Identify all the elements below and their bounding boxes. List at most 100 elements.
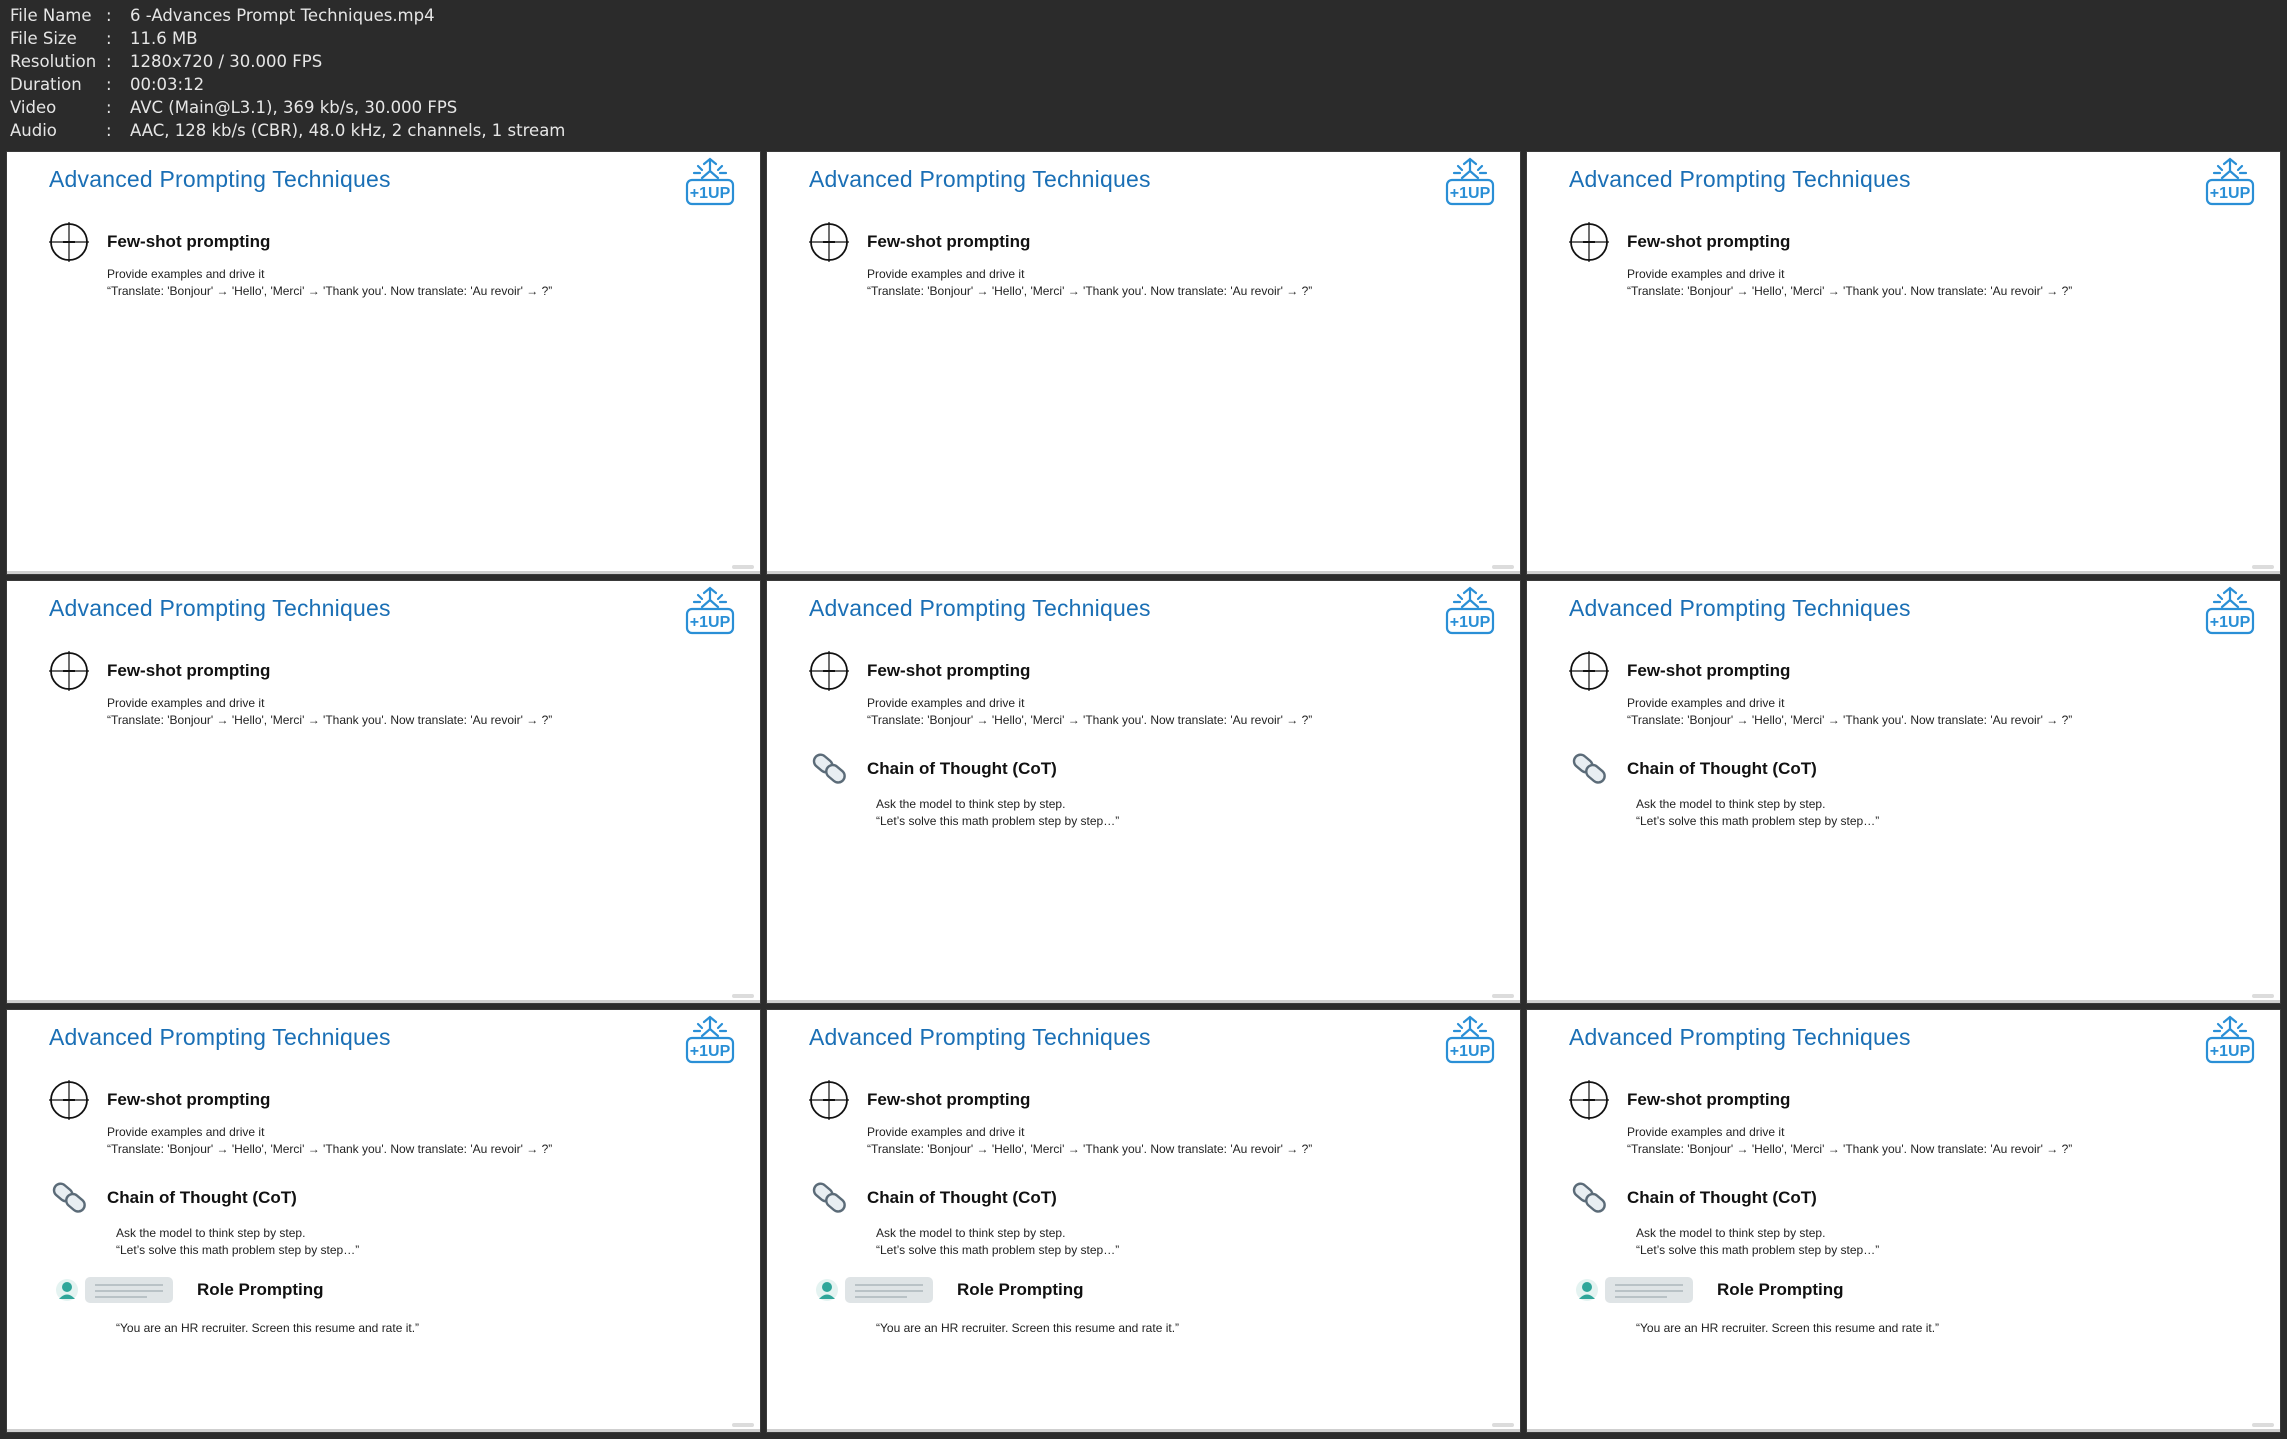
chain-link-icon [812,1182,846,1213]
section-text: Ask the model to think step by step. [116,1226,306,1240]
crosshair-icon [49,222,89,262]
section-heading: Few-shot prompting [867,232,1031,251]
video-thumbnail-7[interactable]: Advanced Prompting Techniques +1UP Few-s… [7,1010,760,1432]
metadata-row: File Size:11.6 MB [10,27,565,50]
metadata-value: 1280x720 / 30.000 FPS [130,52,323,71]
file-metadata: File Name:6 -Advances Prompt Techniques.… [10,4,565,142]
section-text: Ask the model to think step by step. [1636,1226,1826,1240]
slide-title: Advanced Prompting Techniques [1569,1024,1911,1050]
logo-text: +1UP [690,185,731,202]
plus-one-up-logo: +1UP [685,1015,735,1064]
section-text: Provide examples and drive it [867,267,1025,281]
slide-title: Advanced Prompting Techniques [49,166,391,192]
section-heading: Few-shot prompting [1627,1090,1791,1109]
metadata-separator: : [106,75,112,94]
watermark-mark [1492,1423,1514,1427]
metadata-value: AAC, 128 kb/s (CBR), 48.0 kHz, 2 channel… [130,121,566,140]
crosshair-icon [809,1080,849,1120]
plus-one-up-logo: +1UP [1445,1015,1495,1064]
section-text: Provide examples and drive it [867,1125,1025,1139]
slide-title: Advanced Prompting Techniques [1569,166,1911,192]
plus-one-up-logo: +1UP [1445,586,1495,635]
section-heading: Few-shot prompting [1627,232,1791,251]
metadata-value: 6 -Advances Prompt Techniques.mp4 [130,6,435,25]
metadata-row: Resolution:1280x720 / 30.000 FPS [10,50,565,73]
video-thumbnail-9[interactable]: Advanced Prompting Techniques +1UP Few-s… [1527,1010,2280,1432]
watermark-mark [1492,994,1514,998]
section-example: “Translate: 'Bonjour' → 'Hello', 'Merci'… [107,284,553,298]
metadata-key: Audio [10,121,57,140]
crosshair-icon [1569,651,1609,691]
video-thumbnail-6[interactable]: Advanced Prompting Techniques +1UP Few-s… [1527,581,2280,1003]
section-example: “Let’s solve this math problem step by s… [1636,1243,1880,1257]
section-heading: Few-shot prompting [107,661,271,680]
metadata-value: 11.6 MB [130,29,198,48]
crosshair-icon [809,222,849,262]
section-example: “Let’s solve this math problem step by s… [1636,814,1880,828]
thumbnail-grid: Advanced Prompting Techniques +1UP Few-s… [7,152,2281,1432]
section-heading: Chain of Thought (CoT) [867,1188,1057,1207]
metadata-separator: : [106,29,112,48]
logo-text: +1UP [1450,185,1491,202]
section-example: “Let’s solve this math problem step by s… [116,1243,360,1257]
section-text: Ask the model to think step by step. [876,797,1066,811]
slide-title: Advanced Prompting Techniques [809,166,1151,192]
section-example: “Translate: 'Bonjour' → 'Hello', 'Merci'… [107,1142,553,1156]
section-heading: Chain of Thought (CoT) [1627,759,1817,778]
section-example: “Translate: 'Bonjour' → 'Hello', 'Merci'… [107,713,553,727]
section-example: “Let’s solve this math problem step by s… [876,1243,1120,1257]
watermark-mark [732,994,754,998]
section-heading: Role Prompting [197,1280,324,1299]
crosshair-icon [809,651,849,691]
logo-text: +1UP [2210,185,2251,202]
logo-text: +1UP [2210,614,2251,631]
video-thumbnail-5[interactable]: Advanced Prompting Techniques +1UP Few-s… [767,581,1520,1003]
section-heading: Chain of Thought (CoT) [1627,1188,1817,1207]
crosshair-icon [1569,222,1609,262]
section-heading: Few-shot prompting [1627,661,1791,680]
video-thumbnail-1[interactable]: Advanced Prompting Techniques +1UP Few-s… [7,152,760,574]
watermark-mark [2252,994,2274,998]
logo-text: +1UP [1450,1043,1491,1060]
video-thumbnail-8[interactable]: Advanced Prompting Techniques +1UP Few-s… [767,1010,1520,1432]
contact-sheet: File Name:6 -Advances Prompt Techniques.… [0,0,2287,1439]
section-example: “You are an HR recruiter. Screen this re… [1636,1321,1940,1335]
metadata-key: Duration [10,75,82,94]
video-thumbnail-2[interactable]: Advanced Prompting Techniques +1UP Few-s… [767,152,1520,574]
section-example: “Translate: 'Bonjour' → 'Hello', 'Merci'… [867,284,1313,298]
chat-avatar-icon [816,1277,933,1303]
section-heading: Few-shot prompting [107,232,271,251]
section-text: Provide examples and drive it [107,696,265,710]
plus-one-up-logo: +1UP [2205,586,2255,635]
section-text: Ask the model to think step by step. [1636,797,1826,811]
metadata-separator: : [106,121,112,140]
slide-title: Advanced Prompting Techniques [809,1024,1151,1050]
section-example: “Let’s solve this math problem step by s… [876,814,1120,828]
section-text: Provide examples and drive it [107,267,265,281]
logo-text: +1UP [690,614,731,631]
video-thumbnail-3[interactable]: Advanced Prompting Techniques +1UP Few-s… [1527,152,2280,574]
metadata-row: Duration:00:03:12 [10,73,565,96]
video-thumbnail-4[interactable]: Advanced Prompting Techniques +1UP Few-s… [7,581,760,1003]
crosshair-icon [1569,1080,1609,1120]
metadata-row: File Name:6 -Advances Prompt Techniques.… [10,4,565,27]
section-example: “Translate: 'Bonjour' → 'Hello', 'Merci'… [1627,284,2073,298]
metadata-key: File Size [10,29,77,48]
watermark-mark [1492,565,1514,569]
chain-link-icon [52,1182,86,1213]
watermark-mark [2252,1423,2274,1427]
section-text: Ask the model to think step by step. [876,1226,1066,1240]
chain-link-icon [812,753,846,784]
section-text: Provide examples and drive it [1627,267,1785,281]
plus-one-up-logo: +1UP [685,157,735,206]
crosshair-icon [49,651,89,691]
watermark-mark [732,1423,754,1427]
slide-title: Advanced Prompting Techniques [49,1024,391,1050]
metadata-key: File Name [10,6,92,25]
section-example: “You are an HR recruiter. Screen this re… [876,1321,1180,1335]
section-heading: Few-shot prompting [107,1090,271,1109]
metadata-separator: : [106,98,112,117]
metadata-value: 00:03:12 [130,75,205,94]
metadata-key: Resolution [10,52,97,71]
section-example: “Translate: 'Bonjour' → 'Hello', 'Merci'… [867,713,1313,727]
